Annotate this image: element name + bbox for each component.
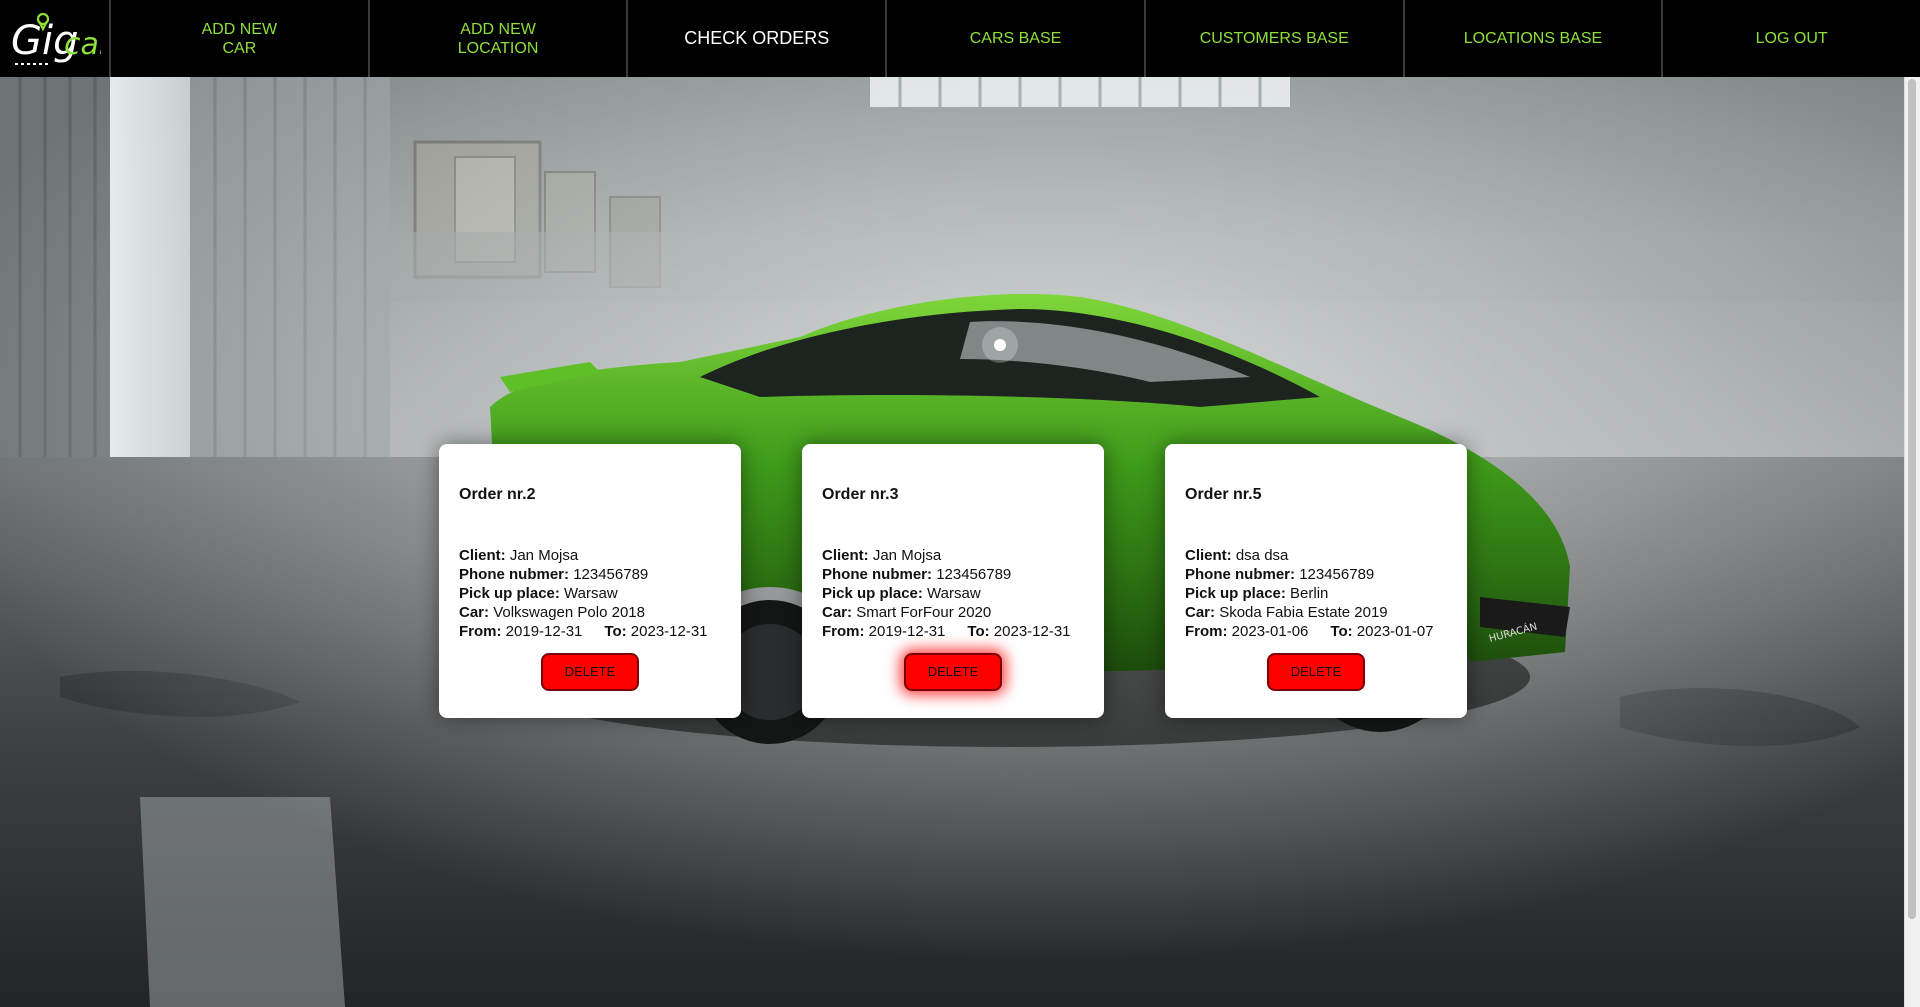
nav-check-orders[interactable]: CHECK ORDERS <box>628 0 888 77</box>
order-title: Order nr.5 <box>1185 486 1262 503</box>
nav-locations-base[interactable]: LOCATIONS BASE <box>1405 0 1664 77</box>
order-pickup: Pick up place: Berlin <box>1185 585 1329 602</box>
order-card: Order nr.5 Client: dsa dsa Phone nubmer:… <box>1165 444 1467 718</box>
order-phone: Phone nubmer: 123456789 <box>459 566 649 583</box>
order-phone: Phone nubmer: 123456789 <box>1185 566 1375 583</box>
order-car: Car: Smart ForFour 2020 <box>822 604 992 621</box>
order-dates: From: 2019-12-31 To: 2023-12-31 <box>822 623 1071 640</box>
order-title: Order nr.2 <box>459 486 536 503</box>
order-dates: From: 2019-12-31 To: 2023-12-31 <box>459 623 708 640</box>
order-dates: From: 2023-01-06 To: 2023-01-07 <box>1185 623 1434 640</box>
order-car: Car: Volkswagen Polo 2018 <box>459 604 645 621</box>
logo-mark-icon: Gig car <box>11 12 101 65</box>
scrollbar-thumb[interactable] <box>1908 79 1916 919</box>
vertical-scrollbar[interactable] <box>1904 77 1920 1007</box>
top-navbar: Gig car ADD NEW CAR ADD NEW LOCATION CHE… <box>0 0 1920 77</box>
delete-order-button[interactable]: DELETE <box>541 653 639 691</box>
delete-order-button[interactable]: DELETE <box>904 653 1002 691</box>
order-card: Order nr.3 Client: Jan Mojsa Phone nubme… <box>802 444 1104 718</box>
nav-add-new-location[interactable]: ADD NEW LOCATION <box>370 0 629 77</box>
nav-customers-base[interactable]: CUSTOMERS BASE <box>1146 0 1405 77</box>
order-client: Client: Jan Mojsa <box>822 547 942 564</box>
delete-order-button[interactable]: DELETE <box>1267 653 1365 691</box>
nav-log-out[interactable]: LOG OUT <box>1663 0 1920 77</box>
orders-list: Order nr.2 Client: Jan Mojsa Phone nubme… <box>439 444 1467 718</box>
order-client: Client: Jan Mojsa <box>459 547 579 564</box>
order-phone: Phone nubmer: 123456789 <box>822 566 1012 583</box>
nav-add-new-car[interactable]: ADD NEW CAR <box>111 0 370 77</box>
page: Gig car ADD NEW CAR ADD NEW LOCATION CHE… <box>0 0 1920 1007</box>
order-card: Order nr.2 Client: Jan Mojsa Phone nubme… <box>439 444 741 718</box>
order-title: Order nr.3 <box>822 486 899 503</box>
svg-text:car: car <box>64 27 101 62</box>
order-pickup: Pick up place: Warsaw <box>459 585 618 602</box>
gigcar-logo[interactable]: Gig car <box>0 0 111 77</box>
order-pickup: Pick up place: Warsaw <box>822 585 981 602</box>
order-client: Client: dsa dsa <box>1185 547 1289 564</box>
order-car: Car: Skoda Fabia Estate 2019 <box>1185 604 1388 621</box>
nav-cars-base[interactable]: CARS BASE <box>887 0 1146 77</box>
